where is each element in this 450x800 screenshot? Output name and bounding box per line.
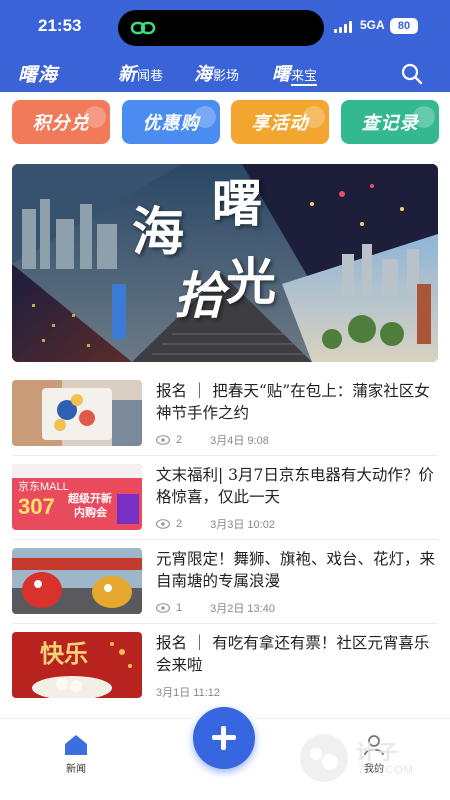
fab-container [186, 700, 262, 776]
tab-sea-cinema-main: 海 [194, 64, 212, 85]
article-date: 3月3日 10:02 [210, 519, 275, 531]
eye-icon [156, 603, 170, 613]
hero-banner[interactable]: 海 曙 拾 光 [12, 164, 438, 362]
jd-brand-text: 京东MALL [18, 479, 69, 493]
article-item[interactable]: 快乐 报名 ｜ 有吃有拿还有票！社区元宵喜乐会来啦 3月1日 11:12 [12, 632, 438, 704]
article-title: 报名 ｜ 有吃有拿还有票！社区元宵喜乐会来啦 [156, 634, 430, 674]
status-time: 21:53 [38, 16, 82, 35]
watermark-logo [300, 734, 348, 782]
article-date: 3月2日 13:40 [210, 603, 275, 615]
article-thumbnail [12, 548, 142, 614]
app-header: 21:53 5GA 80 曙海 新闻巷 海影场 曙来宝 [0, 0, 450, 92]
points-exchange-button[interactable]: 积分兑 [12, 100, 110, 144]
tab-news-label: 新闻 [66, 764, 86, 775]
tab-news-lane-sub: 闻巷 [137, 68, 164, 83]
article-title: 报名 ｜ 把春天“贴”在包上：蒲家社区女神节手作之约 [156, 382, 430, 422]
tab-treasure-sub: 来宝 [291, 68, 318, 86]
jd-promo-sub2: 内购会 [74, 505, 108, 519]
records-button[interactable]: 查记录 [341, 100, 439, 144]
tab-news[interactable]: 新闻 [58, 733, 94, 775]
watermark-text: 计子 [356, 742, 400, 764]
tab-sea-cinema-sub: 影场 [213, 68, 240, 83]
watermark: 计子 7YZ.COM [296, 730, 446, 790]
divider [12, 623, 438, 624]
lantern-text: 快乐 [40, 639, 88, 668]
article-meta: 3月1日 11:12 [156, 684, 220, 700]
article-thumbnail: 京东MALL 307 超级开新 内购会 [12, 464, 142, 530]
battery-icon: 80 [390, 18, 418, 34]
records-label: 查记录 [361, 113, 419, 133]
article-title: 元宵限定！舞狮、旗袍、戏台、花灯，来自南塘的专属浪漫 [156, 550, 436, 590]
article-views: 2 [176, 518, 183, 530]
network-type: 5GA [360, 18, 385, 32]
article-thumbnail [12, 380, 142, 446]
article-item[interactable]: 元宵限定！舞狮、旗袍、戏台、花灯，来自南塘的专属浪漫 1 3月2日 13:40 [12, 548, 438, 620]
discount-buy-button[interactable]: 优惠购 [122, 100, 220, 144]
home-icon [65, 735, 87, 755]
tab-news-lane-main: 新 [118, 64, 136, 85]
jd-promo-sub: 超级开新 [67, 491, 112, 505]
eye-icon [156, 435, 170, 445]
status-bar: 21:53 5GA 80 [0, 0, 450, 54]
article-views: 2 [176, 434, 183, 446]
banner-title-guang: 光 [226, 252, 276, 311]
article-date: 3月1日 11:12 [156, 687, 221, 699]
eye-icon [156, 519, 170, 529]
jd-promo-number: 307 [18, 494, 55, 519]
article-date: 3月4日 9:08 [210, 435, 269, 447]
add-button[interactable] [193, 707, 255, 769]
article-title: 文末福利| 3月7日京东电器有大动作？价格惊喜，仅此一天 [156, 466, 434, 506]
divider [12, 455, 438, 456]
events-button[interactable]: 享活动 [231, 100, 329, 144]
events-label: 享活动 [251, 113, 309, 133]
quick-actions: 积分兑 优惠购 享活动 查记录 [0, 92, 450, 154]
brand-logo[interactable]: 曙海 [18, 60, 58, 87]
article-meta: 2 3月4日 9:08 [156, 432, 269, 448]
article-item[interactable]: 京东MALL 307 超级开新 内购会 文末福利| 3月7日京东电器有大动作？价… [12, 464, 438, 536]
top-nav: 曙海 新闻巷 海影场 曙来宝 [0, 54, 450, 92]
watermark-url: 7YZ.COM [358, 764, 414, 776]
tab-sea-cinema[interactable]: 海影场 [194, 60, 239, 86]
banner-title-hai: 海 [132, 202, 185, 263]
article-meta: 2 3月3日 10:02 [156, 516, 275, 532]
article-meta: 1 3月2日 13:40 [156, 600, 275, 616]
dynamic-island [118, 10, 324, 46]
article-thumbnail: 快乐 [12, 632, 142, 698]
banner-title-shi: 拾 [174, 266, 224, 325]
article-views: 1 [176, 602, 183, 614]
banner-title-shu: 曙 [212, 174, 262, 233]
tab-treasure[interactable]: 曙来宝 [272, 60, 318, 86]
article-item[interactable]: 报名 ｜ 把春天“贴”在包上：蒲家社区女神节手作之约 2 3月4日 9:08 [12, 380, 438, 452]
tab-news-lane[interactable]: 新闻巷 [118, 60, 163, 86]
signal-icon [334, 21, 356, 33]
tab-treasure-main: 曙 [272, 64, 290, 85]
discount-buy-label: 优惠购 [142, 113, 200, 133]
link-icon [130, 21, 156, 35]
divider [12, 539, 438, 540]
search-icon[interactable] [400, 62, 424, 86]
points-exchange-label: 积分兑 [32, 113, 90, 133]
